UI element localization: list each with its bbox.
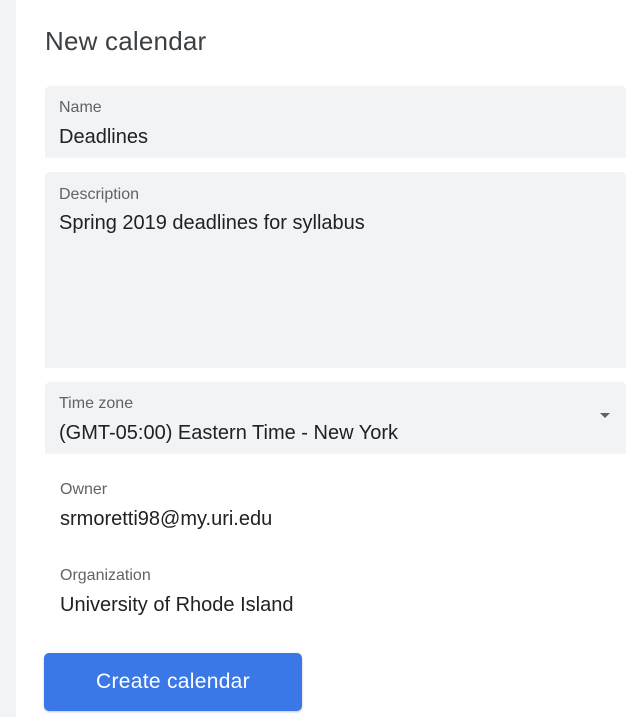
owner-value: srmoretti98@my.uri.edu bbox=[60, 508, 273, 530]
description-field[interactable]: Description Spring 2019 deadlines for sy… bbox=[45, 172, 626, 368]
name-input[interactable]: Deadlines bbox=[59, 126, 148, 149]
organization-value: University of Rhode Island bbox=[60, 594, 294, 616]
dropdown-arrow-icon[interactable] bbox=[600, 413, 610, 418]
time-zone-select[interactable]: Time zone (GMT-05:00) Eastern Time - New… bbox=[45, 382, 626, 454]
time-zone-value[interactable]: (GMT-05:00) Eastern Time - New York bbox=[59, 422, 398, 445]
name-field[interactable]: Name Deadlines bbox=[45, 86, 626, 158]
time-zone-label: Time zone bbox=[59, 395, 134, 412]
page-title: New calendar bbox=[45, 26, 207, 56]
create-calendar-button[interactable]: Create calendar bbox=[44, 653, 302, 711]
description-label: Description bbox=[59, 186, 140, 203]
description-input[interactable]: Spring 2019 deadlines for syllabus bbox=[59, 212, 365, 235]
new-calendar-panel: New calendar Name Deadlines Description … bbox=[16, 0, 644, 717]
name-label: Name bbox=[59, 99, 102, 116]
owner-label: Owner bbox=[60, 481, 108, 498]
organization-label: Organization bbox=[60, 567, 151, 584]
